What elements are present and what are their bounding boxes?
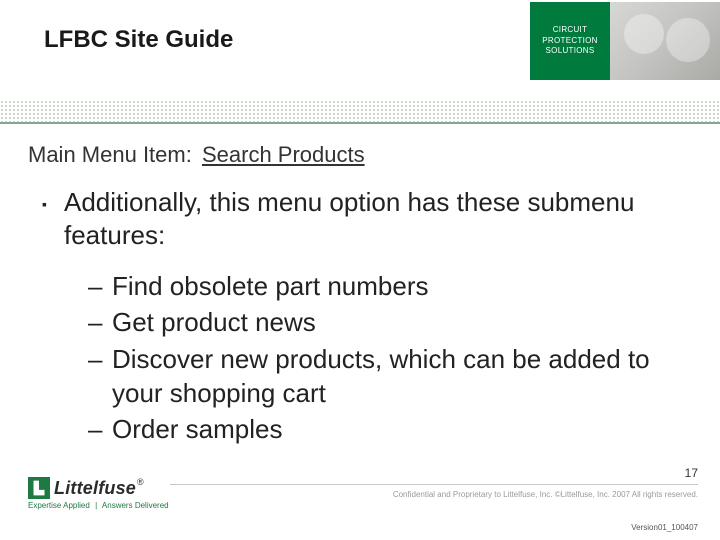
littelfuse-mark-icon <box>28 477 50 499</box>
subhead-value: Search Products <box>202 142 365 167</box>
logo-wordmark: Littelfuse <box>54 478 136 499</box>
page-number: 17 <box>685 466 698 480</box>
brand-line: SOLUTIONS <box>546 46 595 57</box>
list-item: – Get product news <box>88 305 682 339</box>
version-text: Version01_100407 <box>631 523 698 532</box>
body: Main Menu Item: Search Products Addition… <box>0 124 720 447</box>
tagline: Expertise Applied | Answers Delivered <box>28 501 169 510</box>
list-item: – Find obsolete part numbers <box>88 269 682 303</box>
dash-icon: – <box>88 305 112 339</box>
page-title: LFBC Site Guide <box>44 26 233 54</box>
bullet-text: Additionally, this menu option has these… <box>64 186 682 251</box>
footer: 17 Littelfuse ® Expertise Applied | Answ… <box>0 460 720 540</box>
list-item-text: Find obsolete part numbers <box>112 269 429 303</box>
subheading: Main Menu Item: Search Products <box>28 142 682 168</box>
header: LFBC Site Guide CIRCUIT PROTECTION SOLUT… <box>0 0 720 100</box>
dash-icon: – <box>88 269 112 303</box>
dash-icon: – <box>88 412 112 446</box>
footer-rule <box>170 484 698 485</box>
list-item-text: Discover new products, which can be adde… <box>112 342 682 411</box>
brand-line: CIRCUIT <box>553 25 588 36</box>
sub-list: – Find obsolete part numbers – Get produ… <box>88 269 682 447</box>
logo-row: Littelfuse ® <box>28 477 169 499</box>
brand-photo <box>610 2 720 80</box>
slide: LFBC Site Guide CIRCUIT PROTECTION SOLUT… <box>0 0 720 540</box>
bullet-level-1: Additionally, this menu option has these… <box>42 186 682 251</box>
subhead-label: Main Menu Item: <box>28 142 192 167</box>
list-item: – Order samples <box>88 412 682 446</box>
brand-block: CIRCUIT PROTECTION SOLUTIONS <box>530 2 720 80</box>
list-item: – Discover new products, which can be ad… <box>88 342 682 411</box>
registered-mark: ® <box>137 477 144 487</box>
tagline-right: Answers Delivered <box>102 501 169 510</box>
list-item-text: Order samples <box>112 412 283 446</box>
bullet-mark-icon <box>42 186 64 251</box>
dotted-band <box>0 100 720 122</box>
list-item-text: Get product news <box>112 305 316 339</box>
legal-text: Confidential and Proprietary to Littelfu… <box>393 490 698 499</box>
brand-line: PROTECTION <box>542 36 597 47</box>
tagline-separator-icon: | <box>95 501 97 510</box>
dash-icon: – <box>88 342 112 411</box>
logo: Littelfuse ® Expertise Applied | Answers… <box>28 477 169 510</box>
tagline-left: Expertise Applied <box>28 501 90 510</box>
brand-green-panel: CIRCUIT PROTECTION SOLUTIONS <box>530 2 610 80</box>
